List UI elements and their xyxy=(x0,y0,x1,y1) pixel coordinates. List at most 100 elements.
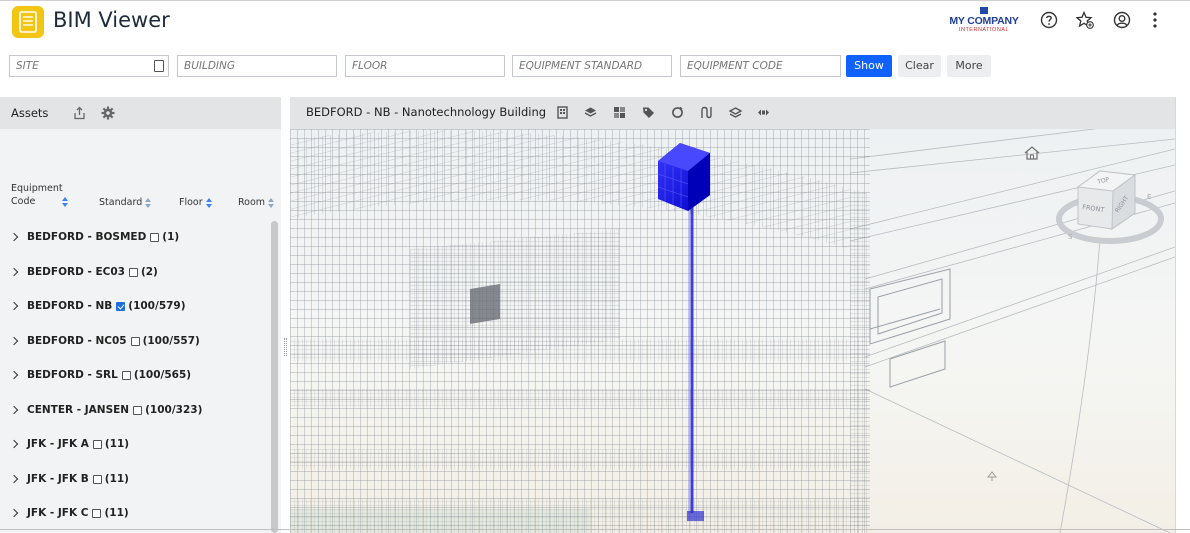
asset-tree-row[interactable]: BEDFORD - BOSMED (1) xyxy=(9,228,180,246)
equipment-standard-input[interactable] xyxy=(519,56,671,76)
more-icon[interactable] xyxy=(1148,10,1162,30)
balcony-structure xyxy=(869,268,951,388)
navcube-compass-s: S xyxy=(1068,233,1073,241)
help-icon[interactable] xyxy=(1040,11,1058,29)
asset-row-label: BEDFORD - NB xyxy=(27,300,113,312)
column-room[interactable]: Room xyxy=(238,196,275,209)
site-field[interactable] xyxy=(9,55,169,77)
asset-tree-row[interactable]: BEDFORD - SRL (100/565) xyxy=(9,366,192,384)
viewer-toolbar: BEDFORD - NB - Nanotechnology Building xyxy=(290,97,1175,129)
site-input[interactable] xyxy=(16,56,168,76)
floor-input[interactable] xyxy=(352,56,504,76)
asset-row-count: (100/565) xyxy=(133,369,192,381)
sort-floor-icon[interactable] xyxy=(205,197,213,208)
asset-row-count: (11) xyxy=(104,507,129,519)
chevron-right-icon[interactable] xyxy=(9,508,19,518)
asset-tree-row[interactable]: BEDFORD - EC03 (2) xyxy=(9,263,158,281)
chevron-right-icon[interactable] xyxy=(9,336,19,346)
site-picker-icon[interactable] xyxy=(154,60,164,72)
asset-row-checkbox[interactable] xyxy=(116,301,126,311)
grid-icon[interactable] xyxy=(613,106,626,119)
equipment-code-field[interactable] xyxy=(680,55,841,77)
settings-gear-icon[interactable] xyxy=(101,106,115,120)
building-shaft xyxy=(470,284,500,324)
model-icon[interactable] xyxy=(729,106,742,119)
asset-row-checkbox[interactable] xyxy=(92,474,102,484)
asset-tree-row[interactable]: CENTER - JANSEN (100/323) xyxy=(9,401,202,419)
site-marker-icon xyxy=(986,471,998,481)
chevron-right-icon[interactable] xyxy=(9,267,19,277)
asset-row-label: JFK - JFK C xyxy=(27,507,89,519)
building-input[interactable] xyxy=(184,56,336,76)
panel-splitter-handle[interactable] xyxy=(284,338,287,356)
user-icon[interactable] xyxy=(1113,11,1131,29)
chevron-right-icon[interactable] xyxy=(9,439,19,449)
assets-scrollbar[interactable] xyxy=(271,221,278,533)
column-standard[interactable]: Standard xyxy=(99,196,152,209)
show-button[interactable]: Show xyxy=(846,55,892,77)
column-room-label: Room xyxy=(238,197,266,208)
viewer-right-border xyxy=(1175,97,1190,533)
explode-icon[interactable] xyxy=(757,106,770,119)
asset-row-checkbox[interactable] xyxy=(92,508,102,518)
floor-field[interactable] xyxy=(345,55,505,77)
home-view-icon[interactable] xyxy=(1024,146,1040,160)
building-corner-column xyxy=(850,189,870,533)
rotate-icon[interactable] xyxy=(671,106,684,119)
assets-title: Assets xyxy=(11,106,49,120)
viewer-title: BEDFORD - NB - Nanotechnology Building xyxy=(306,105,547,119)
tag-icon[interactable] xyxy=(642,106,655,119)
sort-room-icon[interactable] xyxy=(268,197,275,208)
sort-code-icon[interactable] xyxy=(62,196,69,207)
asset-row-count: (11) xyxy=(104,438,130,450)
app-logo-icon xyxy=(12,6,44,38)
asset-row-checkbox[interactable] xyxy=(92,439,102,449)
equipment-standard-field[interactable] xyxy=(512,55,672,77)
asset-row-count: (100/557) xyxy=(142,335,200,347)
favorites-icon[interactable] xyxy=(1076,11,1094,29)
building-wireframe-model[interactable]: TOP FRONT RIGHT E S xyxy=(290,129,1175,533)
more-button[interactable]: More xyxy=(947,55,991,77)
asset-tree-row[interactable]: JFK - JFK C (11) xyxy=(9,504,129,522)
chevron-right-icon[interactable] xyxy=(9,405,19,415)
chevron-right-icon[interactable] xyxy=(9,474,19,484)
asset-row-checkbox[interactable] xyxy=(128,267,138,277)
chevron-right-icon[interactable] xyxy=(9,301,19,311)
column-equipment-code-line1: Equipment xyxy=(11,183,63,194)
navigation-cube[interactable]: TOP FRONT RIGHT E S xyxy=(1056,170,1164,244)
equipment-code-input[interactable] xyxy=(687,56,840,76)
column-floor[interactable]: Floor xyxy=(179,196,213,209)
asset-tree-row[interactable]: BEDFORD - NB (100/579) xyxy=(9,297,186,315)
asset-tree-row[interactable]: JFK - JFK A (11) xyxy=(9,435,130,453)
company-logo: MY COMPANY INTERNATIONAL xyxy=(945,7,1023,35)
app-title: BIM Viewer xyxy=(53,8,170,32)
layers-icon[interactable] xyxy=(584,106,597,119)
clear-button[interactable]: Clear xyxy=(898,55,941,77)
asset-row-count: (100/579) xyxy=(128,300,186,312)
app-header: BIM Viewer MY COMPANY INTERNATIONAL xyxy=(0,0,1190,42)
company-name: MY COMPANY xyxy=(949,15,1019,27)
asset-row-count: (1) xyxy=(162,231,180,243)
sort-standard-icon[interactable] xyxy=(145,197,152,208)
building-icon[interactable] xyxy=(556,106,569,119)
column-floor-label: Floor xyxy=(179,197,203,208)
asset-tree-row[interactable]: BEDFORD - NC05 (100/557) xyxy=(9,332,200,350)
asset-row-label: JFK - JFK B xyxy=(27,473,89,485)
asset-row-checkbox[interactable] xyxy=(150,232,160,242)
asset-row-count: (11) xyxy=(104,473,129,485)
asset-row-checkbox[interactable] xyxy=(133,405,143,415)
export-icon[interactable] xyxy=(73,106,86,120)
asset-row-checkbox[interactable] xyxy=(121,370,131,380)
asset-row-checkbox[interactable] xyxy=(130,336,140,346)
path-icon[interactable] xyxy=(700,106,713,119)
bim-3d-viewport[interactable]: TOP FRONT RIGHT E S xyxy=(290,129,1175,533)
asset-row-label: JFK - JFK A xyxy=(27,438,89,450)
window-bottom-edge xyxy=(0,529,1190,530)
chevron-right-icon[interactable] xyxy=(9,370,19,380)
asset-tree-row[interactable]: JFK - JFK B (11) xyxy=(9,470,129,488)
chevron-right-icon[interactable] xyxy=(9,232,19,242)
asset-row-label: BEDFORD - SRL xyxy=(27,369,118,381)
column-equipment-code[interactable]: Equipment Code xyxy=(11,182,69,208)
building-field[interactable] xyxy=(177,55,337,77)
navcube-compass-e: E xyxy=(1147,193,1151,201)
